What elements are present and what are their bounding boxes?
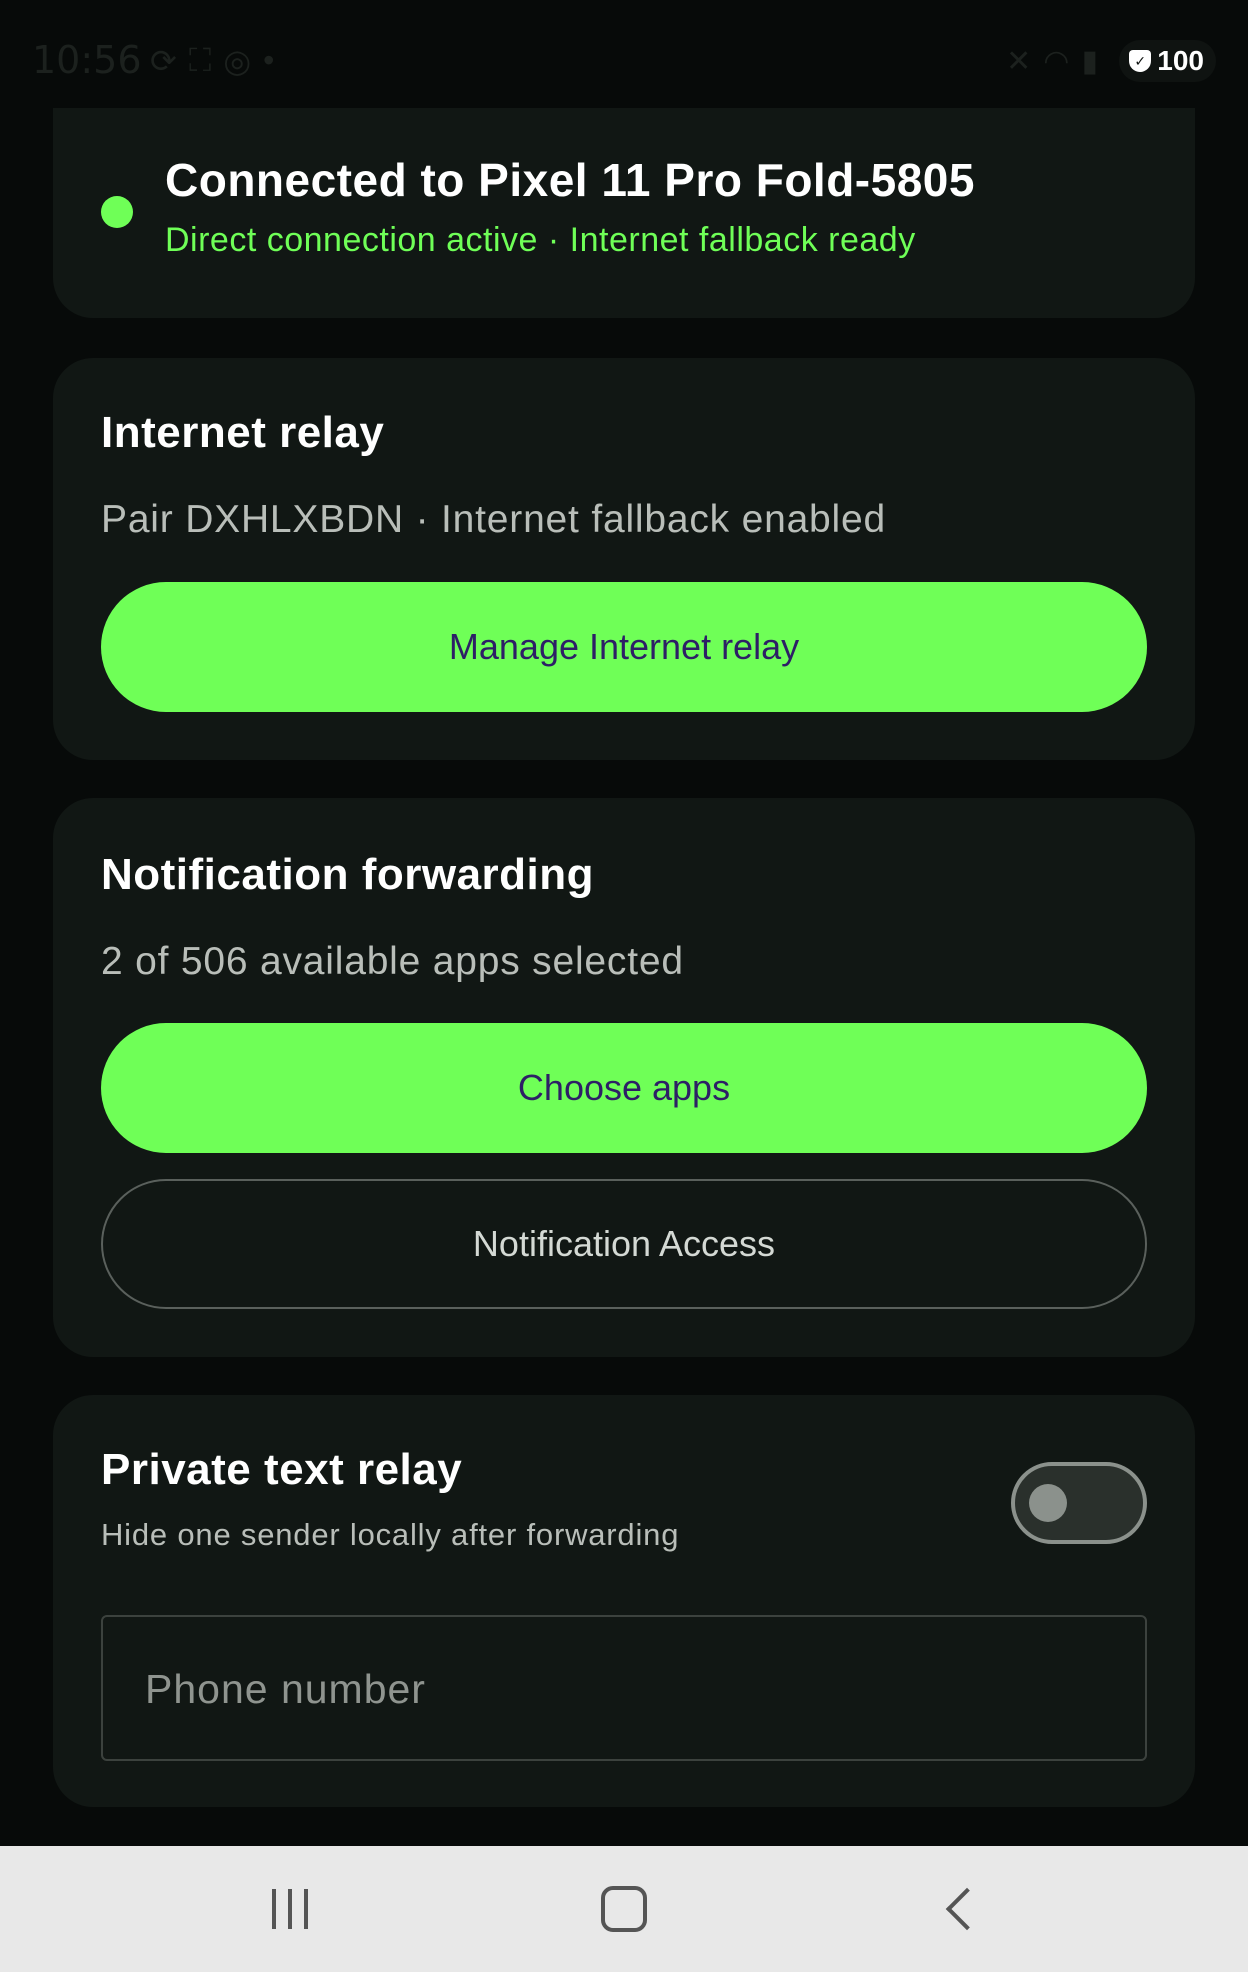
back-icon	[945, 1887, 989, 1931]
screenshot-icon: ⛶	[188, 42, 212, 78]
recents-icon	[272, 1889, 308, 1929]
notification-access-button[interactable]: Notification Access	[101, 1179, 1147, 1309]
mute-icon: ✕	[1006, 45, 1032, 78]
status-icons-left: ⟳ ⛶ ◎ •	[150, 42, 274, 80]
notification-forwarding-title: Notification forwarding	[101, 850, 595, 899]
wifi-icon: ◠	[1043, 45, 1070, 78]
status-time: 10:56	[32, 38, 142, 82]
private-text-relay-title: Private text relay	[101, 1445, 463, 1494]
internet-relay-card: Internet relay Pair DXHLXBDN · Internet …	[53, 358, 1195, 760]
private-text-relay-toggle[interactable]	[1011, 1462, 1147, 1544]
sync-icon: ⟳	[150, 43, 177, 79]
toggle-knob	[1029, 1484, 1067, 1522]
private-text-relay-card: Private text relay Hide one sender local…	[53, 1395, 1195, 1807]
home-button[interactable]	[544, 1846, 704, 1972]
status-bar: 10:56 ⟳ ⛶ ◎ • ✕ ◠ ▮ ✓ 100	[0, 0, 1248, 110]
connection-card: Connected to Pixel 11 Pro Fold-5805 Dire…	[53, 108, 1195, 318]
dot-icon: •	[263, 42, 275, 78]
connection-status-dot	[101, 196, 133, 228]
location-icon: ◎	[223, 43, 252, 79]
choose-apps-button[interactable]: Choose apps	[101, 1023, 1147, 1153]
back-button[interactable]	[880, 1846, 1040, 1972]
battery-level: 100	[1157, 45, 1204, 76]
notification-forwarding-card: Notification forwarding 2 of 506 availab…	[53, 798, 1195, 1357]
signal-icon: ▮	[1081, 45, 1098, 78]
manage-internet-relay-button[interactable]: Manage Internet relay	[101, 582, 1147, 712]
battery-indicator: ✓ 100	[1119, 40, 1216, 82]
notification-forwarding-status: 2 of 506 available apps selected	[101, 940, 684, 983]
home-icon	[601, 1886, 647, 1932]
private-text-relay-subtitle: Hide one sender locally after forwarding	[101, 1517, 680, 1552]
navigation-bar	[0, 1846, 1248, 1972]
phone-number-input[interactable]	[143, 1617, 1107, 1761]
internet-relay-title: Internet relay	[101, 408, 385, 457]
recents-button[interactable]	[210, 1846, 370, 1972]
shield-icon: ✓	[1129, 50, 1152, 72]
phone-number-field[interactable]	[101, 1615, 1147, 1761]
connection-subtitle: Direct connection active · Internet fall…	[165, 221, 916, 259]
connection-title: Connected to Pixel 11 Pro Fold-5805	[165, 154, 975, 206]
internet-relay-status: Pair DXHLXBDN · Internet fallback enable…	[101, 498, 886, 541]
status-icons-right: ✕ ◠ ▮	[1006, 44, 1098, 79]
